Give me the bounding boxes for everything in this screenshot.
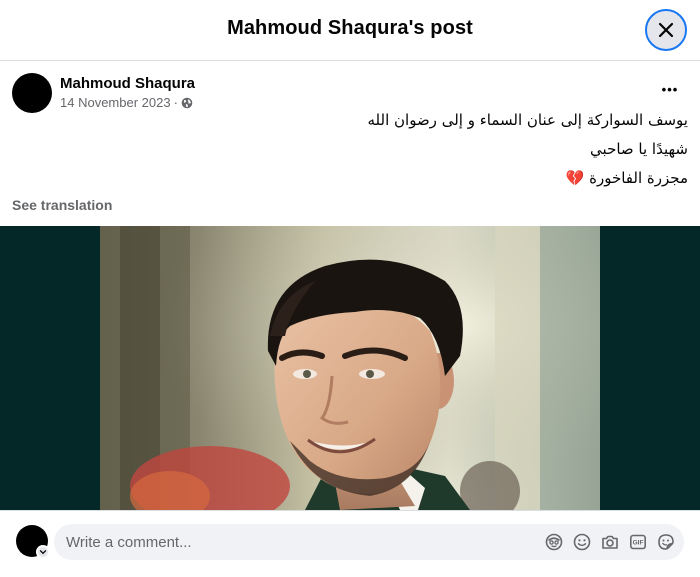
post-text-line: يوسف السواركة إلى عنان السماء و إلى رضوا…	[367, 111, 689, 129]
post-photo[interactable]	[100, 226, 600, 510]
post-media[interactable]	[0, 226, 700, 510]
comment-bar: GIF	[0, 510, 700, 577]
avatar-switch-button[interactable]	[36, 545, 50, 559]
post-text-content: مجزرة الفاخورة	[589, 169, 688, 187]
emoji-button[interactable]	[572, 532, 592, 552]
dialog-header: Mahmoud Shaqura's post	[0, 0, 700, 61]
sticker-button[interactable]	[656, 532, 676, 552]
camera-button[interactable]	[600, 532, 620, 552]
avatar-sticker-icon	[545, 533, 563, 551]
more-options-button[interactable]: •••	[650, 81, 690, 99]
emoji-icon	[573, 533, 591, 551]
dialog-title: Mahmoud Shaqura's post	[227, 17, 473, 39]
comment-field[interactable]: GIF	[54, 524, 684, 560]
close-button[interactable]	[645, 9, 687, 51]
post-text: يوسف السواركة إلى عنان السماء و إلى رضوا…	[188, 106, 689, 193]
gif-button[interactable]: GIF	[628, 532, 648, 552]
gif-icon: GIF	[629, 534, 646, 550]
author-avatar[interactable]	[12, 73, 52, 113]
portrait-illustration	[100, 226, 600, 510]
meta-separator: ·	[173, 95, 178, 110]
chevron-down-icon	[39, 550, 47, 555]
comment-input[interactable]	[66, 524, 526, 560]
svg-text:GIF: GIF	[633, 540, 644, 547]
sticker-icon	[658, 534, 674, 550]
post-text-line: شهيدًا يا صاحبي	[590, 140, 688, 158]
camera-icon	[602, 535, 618, 549]
post-text-line: مجزرة الفاخورة 💔	[188, 164, 688, 193]
close-icon	[658, 22, 674, 38]
author-name[interactable]: Mahmoud Shaqura	[60, 75, 195, 92]
post-meta: 14 November 2023 ·	[60, 95, 193, 110]
broken-heart-icon: 💔	[565, 169, 585, 187]
more-options-icon: •••	[661, 82, 679, 97]
see-translation-link[interactable]: See translation	[12, 197, 112, 213]
avatar-sticker-button[interactable]	[544, 532, 564, 552]
post-date[interactable]: 14 November 2023	[60, 95, 171, 110]
